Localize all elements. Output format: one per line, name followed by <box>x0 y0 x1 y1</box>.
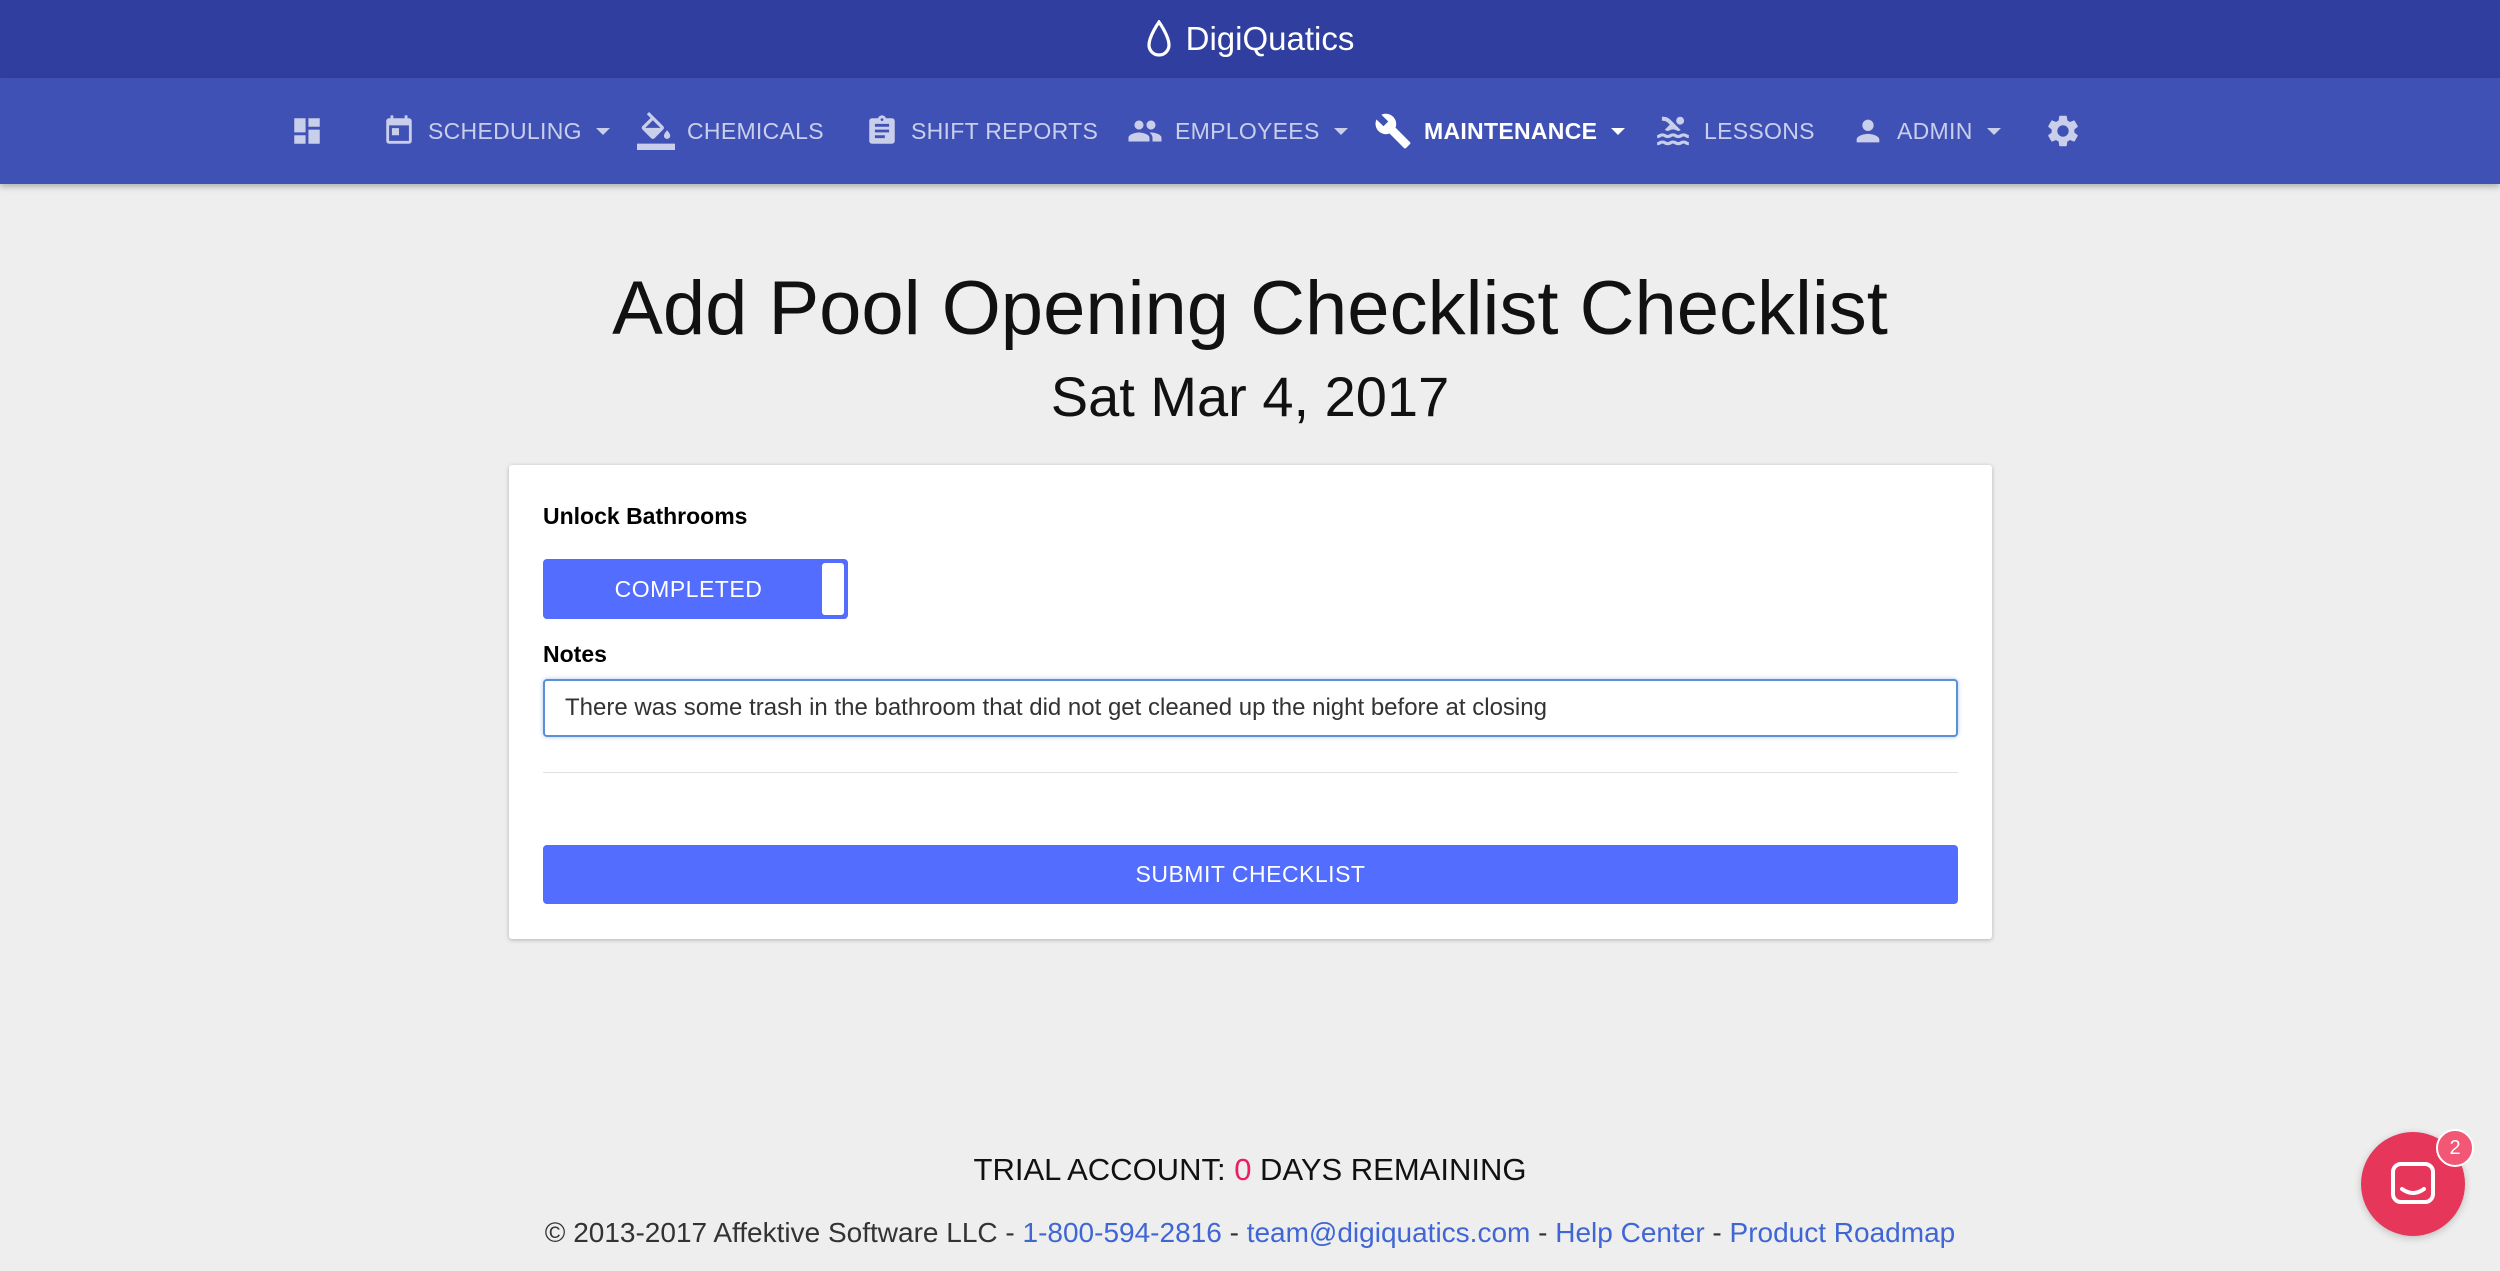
chevron-down-icon <box>1333 127 1348 135</box>
footer: © 2013-2017 Affektive Software LLC - 1-8… <box>0 1217 2500 1249</box>
nav-dashboard[interactable] <box>290 78 324 184</box>
dashboard-icon <box>294 118 320 144</box>
pool-icon <box>1657 116 1689 146</box>
main-nav: SCHEDULING CHEMICALS SHIFT REPORTS EMPLO… <box>0 78 2500 184</box>
nav-settings[interactable] <box>2044 78 2082 184</box>
trial-prefix: TRIAL ACCOUNT: <box>973 1152 1235 1187</box>
checklist-card: Unlock Bathrooms COMPLETED Notes SUBMIT … <box>509 465 1992 939</box>
page-title: Add Pool Opening Checklist Checklist <box>612 266 1888 351</box>
trial-suffix: DAYS REMAINING <box>1251 1152 1527 1187</box>
clipboard-icon <box>869 115 895 144</box>
nav-employees[interactable]: EMPLOYEES <box>1127 78 1348 184</box>
footer-separator: - <box>1704 1217 1730 1248</box>
task-label: Unlock Bathrooms <box>543 503 748 529</box>
nav-chemicals[interactable]: CHEMICALS <box>637 78 824 184</box>
footer-separator: - <box>1530 1217 1556 1248</box>
nav-shift-reports-label: SHIFT REPORTS <box>911 117 1099 144</box>
brand-name: DigiQuatics <box>1185 20 1355 57</box>
chevron-down-icon <box>1986 127 2001 135</box>
nav-maintenance[interactable]: MAINTENANCE <box>1374 78 1626 184</box>
brand-bar: DigiQuatics <box>0 0 2500 78</box>
paint-bucket-icon <box>637 112 675 150</box>
completed-toggle-label: COMPLETED <box>614 575 763 602</box>
phone-link[interactable]: 1-800-594-2816 <box>1023 1217 1222 1248</box>
chat-unread-badge: 2 <box>2436 1129 2474 1167</box>
nav-lessons[interactable]: LESSONS <box>1654 78 1815 184</box>
nav-admin[interactable]: ADMIN <box>1851 78 2001 184</box>
product-roadmap-link[interactable]: Product Roadmap <box>1730 1217 1956 1248</box>
help-center-link[interactable]: Help Center <box>1555 1217 1704 1248</box>
people-icon <box>1128 120 1162 142</box>
submit-checklist-button[interactable]: SUBMIT CHECKLIST <box>543 845 1958 904</box>
nav-chemicals-label: CHEMICALS <box>687 117 824 144</box>
nav-scheduling[interactable]: SCHEDULING <box>382 78 610 184</box>
brand-logo[interactable]: DigiQuatics <box>1146 20 1355 58</box>
notes-input[interactable] <box>543 679 1958 737</box>
notes-label: Notes <box>543 641 607 667</box>
completed-toggle[interactable]: COMPLETED <box>543 559 848 619</box>
email-link[interactable]: team@digiquatics.com <box>1247 1217 1531 1248</box>
copyright-text: © 2013-2017 Affektive Software LLC - <box>544 1217 1023 1248</box>
person-icon <box>1856 119 1880 143</box>
water-drop-icon <box>1147 20 1171 57</box>
trial-days-count: 0 <box>1234 1152 1252 1187</box>
trial-status: TRIAL ACCOUNT: 0 DAYS REMAINING <box>0 1152 2500 1188</box>
nav-shift-reports[interactable]: SHIFT REPORTS <box>865 78 1098 184</box>
nav-maintenance-label: MAINTENANCE <box>1424 117 1598 144</box>
nav-lessons-label: LESSONS <box>1704 117 1815 144</box>
calendar-icon <box>386 115 412 144</box>
chevron-down-icon <box>595 127 610 135</box>
wrench-icon <box>1375 113 1411 149</box>
page-date: Sat Mar 4, 2017 <box>1050 365 1450 428</box>
nav-admin-label: ADMIN <box>1897 117 1973 144</box>
nav-employees-label: EMPLOYEES <box>1175 117 1320 144</box>
chat-icon <box>2391 1162 2435 1204</box>
toggle-knob <box>822 563 844 615</box>
gear-icon <box>2048 115 2078 147</box>
nav-scheduling-label: SCHEDULING <box>428 117 582 144</box>
footer-separator: - <box>1221 1217 1247 1248</box>
divider <box>543 772 1958 773</box>
chevron-down-icon <box>1611 127 1626 135</box>
